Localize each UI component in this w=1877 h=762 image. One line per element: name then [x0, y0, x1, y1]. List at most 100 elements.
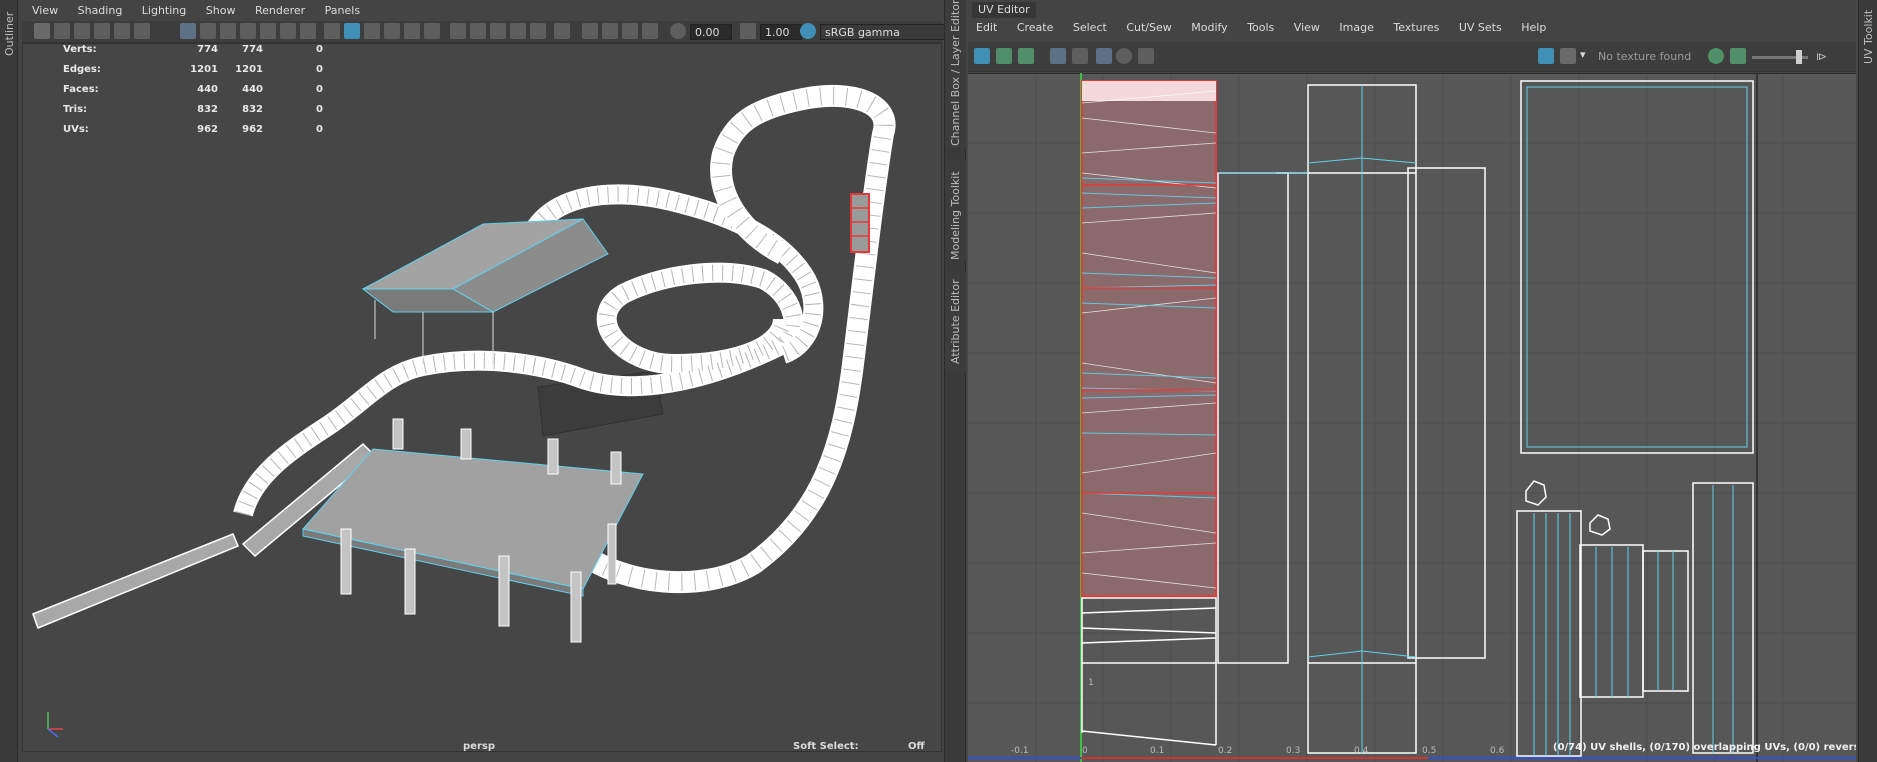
film-gate-icon[interactable]: [200, 23, 216, 39]
bookmark-icon[interactable]: [94, 23, 110, 39]
soft-select-label: Soft Select:: [793, 741, 859, 752]
uv-shading-icon[interactable]: [1116, 48, 1132, 64]
color-management-icon[interactable]: [800, 23, 816, 39]
side-tab-strip: Channel Box / Layer Editor Modeling Tool…: [944, 0, 966, 762]
smooth-shade-icon[interactable]: [344, 23, 360, 39]
uv-axis-label-02: 0.2: [1218, 746, 1233, 756]
menu-show[interactable]: Show: [206, 4, 236, 17]
menu-panels[interactable]: Panels: [325, 4, 360, 17]
modeling-toolkit-tab[interactable]: Modeling Toolkit: [946, 160, 966, 260]
default-material-icon[interactable]: [364, 23, 380, 39]
uv-pixel-snap-icon[interactable]: [1072, 48, 1088, 64]
color-space-value: sRGB gamma: [825, 26, 900, 39]
wireframe-on-shaded-icon[interactable]: [384, 23, 400, 39]
frame-step-icon[interactable]: ⧐: [1816, 50, 1827, 63]
textured-icon[interactable]: [404, 23, 420, 39]
uv-grid-label: 1: [1088, 678, 1094, 688]
texture-filter-icon[interactable]: [1708, 48, 1724, 64]
xray-joints-icon[interactable]: [602, 23, 618, 39]
anti-aliasing-icon[interactable]: [510, 23, 526, 39]
uv-axis-label-01: 0.1: [1150, 746, 1165, 756]
shed: [361, 218, 609, 364]
scene-geometry: [32, 85, 896, 738]
uv-axis-label-0: 0: [1082, 746, 1088, 756]
checker-map-icon[interactable]: [1560, 48, 1576, 64]
gamma-field[interactable]: 1.00: [760, 24, 802, 40]
menu-view[interactable]: View: [32, 4, 58, 17]
uv-shell-select-icon[interactable]: [974, 48, 990, 64]
camera-attributes-icon[interactable]: [74, 23, 90, 39]
camera-select-icon[interactable]: [34, 23, 50, 39]
xray-active-icon[interactable]: [622, 23, 638, 39]
outliner-tab[interactable]: Outliner: [0, 0, 18, 762]
menu-shading[interactable]: Shading: [78, 4, 123, 17]
texture-dropdown-chevron-icon[interactable]: ▾: [1580, 48, 1586, 61]
lights-icon[interactable]: [424, 23, 440, 39]
uv-shell-right: [1520, 80, 1754, 454]
image-range-icon[interactable]: [1730, 48, 1746, 64]
grease-pencil-icon[interactable]: [134, 23, 150, 39]
uv-axis-label-neg01: -0.1: [1011, 746, 1029, 756]
resolution-gate-icon[interactable]: [220, 23, 236, 39]
depth-of-field-icon[interactable]: [530, 23, 546, 39]
uv-toolkit-tab[interactable]: UV Toolkit: [1858, 0, 1877, 762]
axis-gizmo: [47, 712, 63, 738]
outliner-tab-label: Outliner: [3, 11, 16, 56]
uv-menu-help[interactable]: Help: [1521, 21, 1546, 34]
uv-menu-cut-sew[interactable]: Cut/Sew: [1126, 21, 1171, 34]
uv-face-icon[interactable]: [1018, 48, 1034, 64]
uv-menu-uv-sets[interactable]: UV Sets: [1459, 21, 1502, 34]
uv-menu-modify[interactable]: Modify: [1191, 21, 1227, 34]
uv-shell-cylinders: [1516, 480, 1754, 757]
uv-menu-bar: Edit Create Select Cut/Sew Modify Tools …: [976, 21, 1736, 37]
menu-renderer[interactable]: Renderer: [255, 4, 305, 17]
isolate-select-icon[interactable]: [554, 23, 570, 39]
camera-lock-icon[interactable]: [54, 23, 70, 39]
shadows-icon[interactable]: [450, 23, 466, 39]
uv-menu-edit[interactable]: Edit: [976, 21, 997, 34]
safe-title-icon[interactable]: [300, 23, 316, 39]
image-plane-icon[interactable]: [114, 23, 130, 39]
uv-menu-tools[interactable]: Tools: [1247, 21, 1274, 34]
uv-menu-textures[interactable]: Textures: [1393, 21, 1439, 34]
gate-mask-icon[interactable]: [240, 23, 256, 39]
texture-display-icon[interactable]: [1538, 48, 1554, 64]
menu-lighting[interactable]: Lighting: [142, 4, 186, 17]
exposure-icon[interactable]: [670, 23, 686, 39]
viewport-panel: View Shading Lighting Show Renderer Pane…: [22, 0, 958, 762]
grid-icon[interactable]: [180, 23, 196, 39]
attribute-editor-tab[interactable]: Attribute Editor: [946, 272, 966, 372]
ambient-occlusion-icon[interactable]: [470, 23, 486, 39]
soft-select-value: Off: [908, 741, 925, 752]
uv-component-icon[interactable]: [996, 48, 1012, 64]
viewport-canvas[interactable]: Verts: 774 774 0 Edges: 1201 1201 0 Faces: 440 4…: [22, 43, 942, 752]
viewport-menu-bar: View Shading Lighting Show Renderer Pane…: [32, 4, 432, 20]
backface-culling-icon[interactable]: [642, 23, 658, 39]
channel-box-tab[interactable]: Channel Box / Layer Editor: [946, 0, 966, 148]
modeling-toolkit-tab-label: Modeling Toolkit: [949, 171, 962, 260]
uv-canvas[interactable]: -0.1 0 0.1 0.2 0.3 0.4 0.5 0.6 1 (0/74) …: [968, 73, 1856, 762]
safe-action-icon[interactable]: [280, 23, 296, 39]
attribute-editor-tab-label: Attribute Editor: [949, 279, 962, 364]
texture-status: No texture found: [1598, 50, 1692, 63]
uv-menu-image[interactable]: Image: [1339, 21, 1373, 34]
uv-grid-toggle-icon[interactable]: [1050, 48, 1066, 64]
exposure-field[interactable]: 0.00: [690, 24, 732, 40]
camera-label: persp: [463, 741, 495, 752]
uv-editor-title-tab[interactable]: UV Editor: [972, 2, 1036, 18]
uv-menu-create[interactable]: Create: [1017, 21, 1054, 34]
motion-blur-icon[interactable]: [490, 23, 506, 39]
xray-icon[interactable]: [582, 23, 598, 39]
color-space-dropdown[interactable]: sRGB gamma ▾: [820, 24, 958, 40]
uv-shell-lower: [1081, 597, 1217, 746]
uv-snapshot-icon[interactable]: [1138, 48, 1154, 64]
uv-checker-grid-icon[interactable]: [1096, 48, 1112, 64]
uv-menu-select[interactable]: Select: [1073, 21, 1107, 34]
wireframe-icon[interactable]: [324, 23, 340, 39]
selected-faces: [850, 193, 870, 253]
uv-menu-view[interactable]: View: [1294, 21, 1320, 34]
uv-status-text: (0/74) UV shells, (0/170) overlapping UV…: [1553, 742, 1856, 753]
field-chart-icon[interactable]: [260, 23, 276, 39]
exposure-slider-handle[interactable]: [1796, 50, 1802, 64]
gamma-icon[interactable]: [740, 23, 756, 39]
